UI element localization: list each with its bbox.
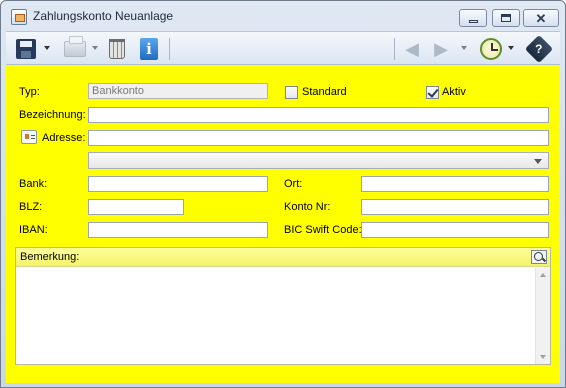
standard-checkbox[interactable]: [285, 86, 298, 99]
bank-label: Bank:: [19, 178, 48, 190]
close-button[interactable]: ✕: [523, 9, 559, 27]
bank-input[interactable]: [88, 176, 268, 192]
adresse-input[interactable]: [88, 130, 549, 146]
app-window-icon: [11, 9, 27, 25]
maximize-icon: [501, 14, 511, 22]
floppy-disk-icon: [16, 39, 36, 59]
toolbar: i ◀ ▶ ?: [6, 31, 560, 65]
forward-dropdown-arrow[interactable]: [461, 46, 467, 50]
history-button[interactable]: [478, 37, 504, 61]
print-button[interactable]: [62, 36, 88, 61]
toolbar-separator: [394, 38, 395, 60]
back-button[interactable]: ◀: [402, 37, 422, 61]
ort-input[interactable]: [361, 176, 549, 192]
minimize-button[interactable]: [459, 9, 487, 27]
title-bar[interactable]: Zahlungskonto Neuanlage ✕: [1, 1, 565, 31]
aktiv-checkbox[interactable]: [426, 86, 439, 99]
bemerkung-header: Bemerkung:: [16, 248, 550, 267]
minimize-icon: [468, 19, 478, 23]
chevron-down-icon: [534, 159, 542, 164]
trash-icon: [109, 39, 125, 59]
iban-input[interactable]: [88, 222, 268, 238]
arrow-right-icon: ▶: [434, 38, 448, 59]
arrow-left-icon: ◀: [405, 38, 419, 59]
info-button[interactable]: i: [138, 37, 160, 61]
form-area: Typ: Standard Aktiv Bezeichnung: Adresse…: [6, 66, 560, 383]
bemerkung-textarea[interactable]: [16, 268, 534, 364]
info-icon: i: [140, 38, 158, 60]
typ-field: [88, 83, 268, 99]
delete-button[interactable]: [106, 37, 128, 61]
forward-button[interactable]: ▶: [430, 37, 452, 61]
bemerkung-label: Bemerkung:: [20, 251, 80, 263]
typ-label: Typ:: [19, 86, 40, 98]
aktiv-label: Aktiv: [442, 86, 466, 98]
scroll-down-icon[interactable]: [540, 355, 546, 359]
iban-label: IBAN:: [19, 224, 48, 236]
address-card-icon[interactable]: [21, 130, 37, 144]
standard-label: Standard: [302, 86, 347, 98]
bemerkung-panel: Bemerkung:: [15, 247, 551, 365]
konto-nr-input[interactable]: [361, 199, 549, 215]
blz-input[interactable]: [88, 199, 184, 215]
save-dropdown-arrow[interactable]: [44, 46, 50, 50]
ort-label: Ort:: [284, 178, 303, 190]
help-book-icon: ?: [524, 34, 554, 64]
vertical-scrollbar[interactable]: [535, 268, 550, 364]
bezeichnung-input[interactable]: [88, 107, 549, 123]
save-button[interactable]: [14, 37, 38, 61]
close-icon: ✕: [535, 10, 547, 26]
konto-nr-label: Konto Nr:: [284, 201, 331, 213]
printer-icon: [64, 36, 86, 57]
window-title: Zahlungskonto Neuanlage: [33, 9, 174, 23]
bic-input[interactable]: [361, 222, 549, 238]
scroll-up-icon[interactable]: [540, 273, 546, 277]
zoom-icon[interactable]: [531, 250, 547, 264]
print-dropdown-arrow[interactable]: [92, 46, 98, 50]
maximize-button[interactable]: [492, 9, 520, 27]
help-button[interactable]: ?: [524, 34, 554, 64]
adresse-label: Adresse:: [42, 132, 86, 144]
bic-label: BIC Swift Code:: [284, 224, 362, 236]
history-dropdown-arrow[interactable]: [508, 46, 514, 50]
blz-label: BLZ:: [19, 201, 43, 213]
bezeichnung-label: Bezeichnung:: [19, 109, 86, 121]
dialog-window: Zahlungskonto Neuanlage ✕ i ◀ ▶ ? Typ: S…: [0, 0, 566, 388]
clock-icon: [480, 38, 502, 60]
adresse-select[interactable]: [88, 152, 549, 169]
toolbar-separator: [169, 38, 170, 60]
